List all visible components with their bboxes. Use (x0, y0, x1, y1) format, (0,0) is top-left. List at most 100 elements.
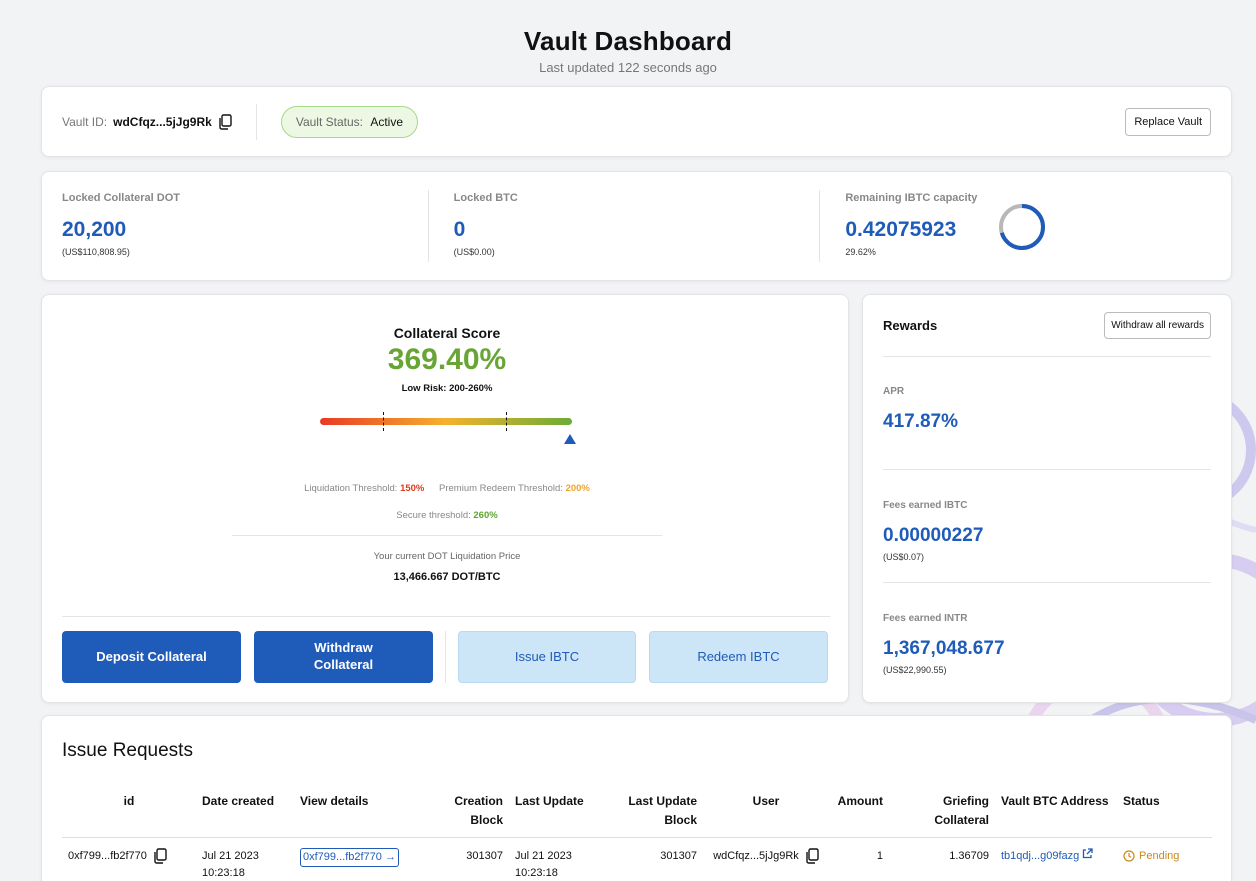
cell-amount: 1 (876, 850, 883, 863)
rewards-ibtc: Fees earned IBTC 0.00000227 (US$0.07) (883, 470, 1211, 583)
vault-id-label: Vault ID: (62, 114, 108, 129)
column-header: Date created (196, 784, 294, 839)
btc-address-value: tb1qdj...g09fazg (1001, 850, 1080, 863)
fees-intr-label: Fees earned INTR (883, 613, 968, 624)
rewards-apr: APR 417.87% (883, 357, 1211, 470)
gauge-marker (564, 434, 576, 444)
gauge-tick-premium (383, 412, 384, 431)
column-header: Last Update Block (607, 784, 703, 839)
divider (255, 103, 257, 140)
column-header: Status (1117, 784, 1212, 839)
status-text: Pending (1139, 850, 1180, 863)
issue-requests-table: id Date created View details Creation Bl… (62, 784, 1212, 881)
rewards-header: Rewards Withdraw all rewards (883, 295, 1211, 357)
issue-requests-title: Issue Requests (62, 740, 193, 761)
cell-vault-btc-address: tb1qdj...g09fazg (995, 838, 1117, 881)
cell-griefing-collateral: 1.36709 (949, 850, 989, 863)
replace-vault-button[interactable]: Replace Vault (1125, 107, 1211, 136)
btc-address-link[interactable]: tb1qdj...g09fazg (1001, 848, 1094, 863)
view-details-link[interactable]: 0xf799...fb2f770 → (300, 848, 399, 867)
stat-label: Locked Collateral DOT (62, 192, 180, 204)
column-header: Vault BTC Address (995, 784, 1117, 839)
request-id-value: 0xf799...fb2f770 (68, 850, 147, 863)
divider (232, 535, 662, 536)
vault-id-value: wdCfqz...5jJg9Rk (113, 114, 212, 129)
table-header-row: id Date created View details Creation Bl… (62, 784, 1212, 839)
view-details-label: 0xf799...fb2f770 (303, 851, 382, 864)
column-header: Amount (829, 784, 889, 839)
vault-actions: Deposit Collateral Withdraw Collateral I… (62, 631, 830, 683)
clock-icon (1123, 850, 1135, 863)
score-value: 369.40% (387, 343, 507, 376)
fees-intr-usd: (US$22,990.55) (883, 665, 947, 675)
cell-date-created: Jul 21 2023 10:23:18 (202, 850, 259, 879)
vault-status-label: Vault Status: (295, 114, 363, 129)
premium-threshold-value: 200% (565, 483, 590, 494)
liquidation-threshold-label: Liquidation Threshold: (304, 483, 398, 494)
cell-status: Pending (1117, 838, 1212, 881)
withdraw-collateral-button[interactable]: Withdraw Collateral (254, 631, 433, 683)
cell-last-update-block: 301307 (660, 850, 697, 863)
cell-user: wdCfqz...5jJg9Rk (703, 838, 829, 881)
withdraw-all-rewards-button[interactable]: Withdraw all rewards (1104, 312, 1211, 339)
cell-view-details: 0xf799...fb2f770 → (294, 838, 419, 881)
gauge-tick-secure (506, 412, 507, 431)
column-header: View details (294, 784, 419, 839)
vault-status-value: Active (370, 114, 404, 129)
score-risk-label: Low Risk: 200-260% (401, 383, 493, 394)
column-header: Griefing Collateral (889, 784, 995, 839)
secure-threshold-label: Secure threshold: (396, 510, 471, 521)
stat-value: 0 (453, 218, 466, 241)
vault-info-bar: Vault ID: wdCfqz...5jJg9Rk Vault Status:… (41, 86, 1232, 157)
liquidation-price-value: 13,466.667 DOT/BTC (393, 571, 501, 583)
premium-threshold-label: Premium Redeem Threshold: (439, 483, 563, 494)
column-header: User (703, 784, 829, 839)
status-badge: Pending (1123, 848, 1206, 865)
premium-threshold: Premium Redeem Threshold: 200% (439, 483, 590, 494)
last-updated: Last updated 122 seconds ago (539, 60, 717, 75)
secure-threshold: Secure threshold: 260% (232, 510, 662, 521)
column-header: Last Update (509, 784, 607, 839)
external-link-icon (1083, 848, 1094, 859)
arrow-right-icon: → (384, 851, 396, 864)
page-title: Vault Dashboard (523, 26, 733, 56)
user-address-value: wdCfqz...5jJg9Rk (713, 850, 799, 863)
fees-ibtc-value: 0.00000227 (883, 525, 984, 546)
rewards-title: Rewards (883, 318, 938, 333)
page-header: Vault Dashboard Last updated 122 seconds… (0, 0, 1256, 86)
score-header: Collateral Score 369.40% Low Risk: 200-2… (232, 325, 662, 394)
deposit-collateral-button[interactable]: Deposit Collateral (62, 631, 241, 683)
stat-sub: (US$110,808.95) (62, 247, 130, 257)
collateral-score-panel: Collateral Score 369.40% Low Risk: 200-2… (41, 294, 849, 703)
stat-remaining-capacity: Remaining IBTC capacity 0.42075923 29.62… (819, 190, 1211, 262)
copy-icon[interactable] (218, 113, 232, 130)
divider (62, 616, 830, 617)
fees-ibtc-usd: (US$0.07) (883, 552, 925, 562)
rewards-panel: Rewards Withdraw all rewards APR 417.87%… (862, 294, 1232, 703)
redeem-ibtc-button[interactable]: Redeem IBTC (649, 631, 828, 683)
stat-locked-btc: Locked BTC 0 (US$0.00) (427, 190, 820, 262)
stat-label: Locked BTC (453, 192, 518, 204)
secure-threshold-value: 260% (473, 510, 498, 521)
copy-icon[interactable] (805, 848, 819, 865)
fees-ibtc-label: Fees earned IBTC (883, 500, 968, 511)
liquidation-threshold-value: 150% (400, 483, 425, 494)
user-address: wdCfqz...5jJg9Rk (709, 848, 823, 865)
capacity-donut-chart (999, 204, 1046, 250)
table-row[interactable]: 0xf799...fb2f770 Jul 21 2023 10:23:18 0x… (62, 838, 1212, 881)
apr-label: APR (883, 386, 905, 397)
divider (445, 631, 446, 683)
gauge-bar (320, 418, 572, 425)
stat-sub: (US$0.00) (453, 247, 495, 257)
vault-stats: Locked Collateral DOT 20,200 (US$110,808… (41, 171, 1232, 281)
issue-ibtc-button[interactable]: Issue IBTC (458, 631, 636, 683)
column-header: id (62, 784, 196, 839)
cell-last-update: Jul 21 2023 10:23:18 (515, 850, 572, 879)
score-title: Collateral Score (393, 325, 501, 341)
cell-creation-block: 301307 (466, 850, 503, 863)
vault-id: Vault ID: wdCfqz...5jJg9Rk (62, 113, 232, 130)
fees-intr-value: 1,367,048.677 (883, 638, 1005, 659)
copy-icon[interactable] (153, 848, 167, 865)
column-header: Creation Block (419, 784, 509, 839)
apr-value: 417.87% (883, 411, 959, 432)
